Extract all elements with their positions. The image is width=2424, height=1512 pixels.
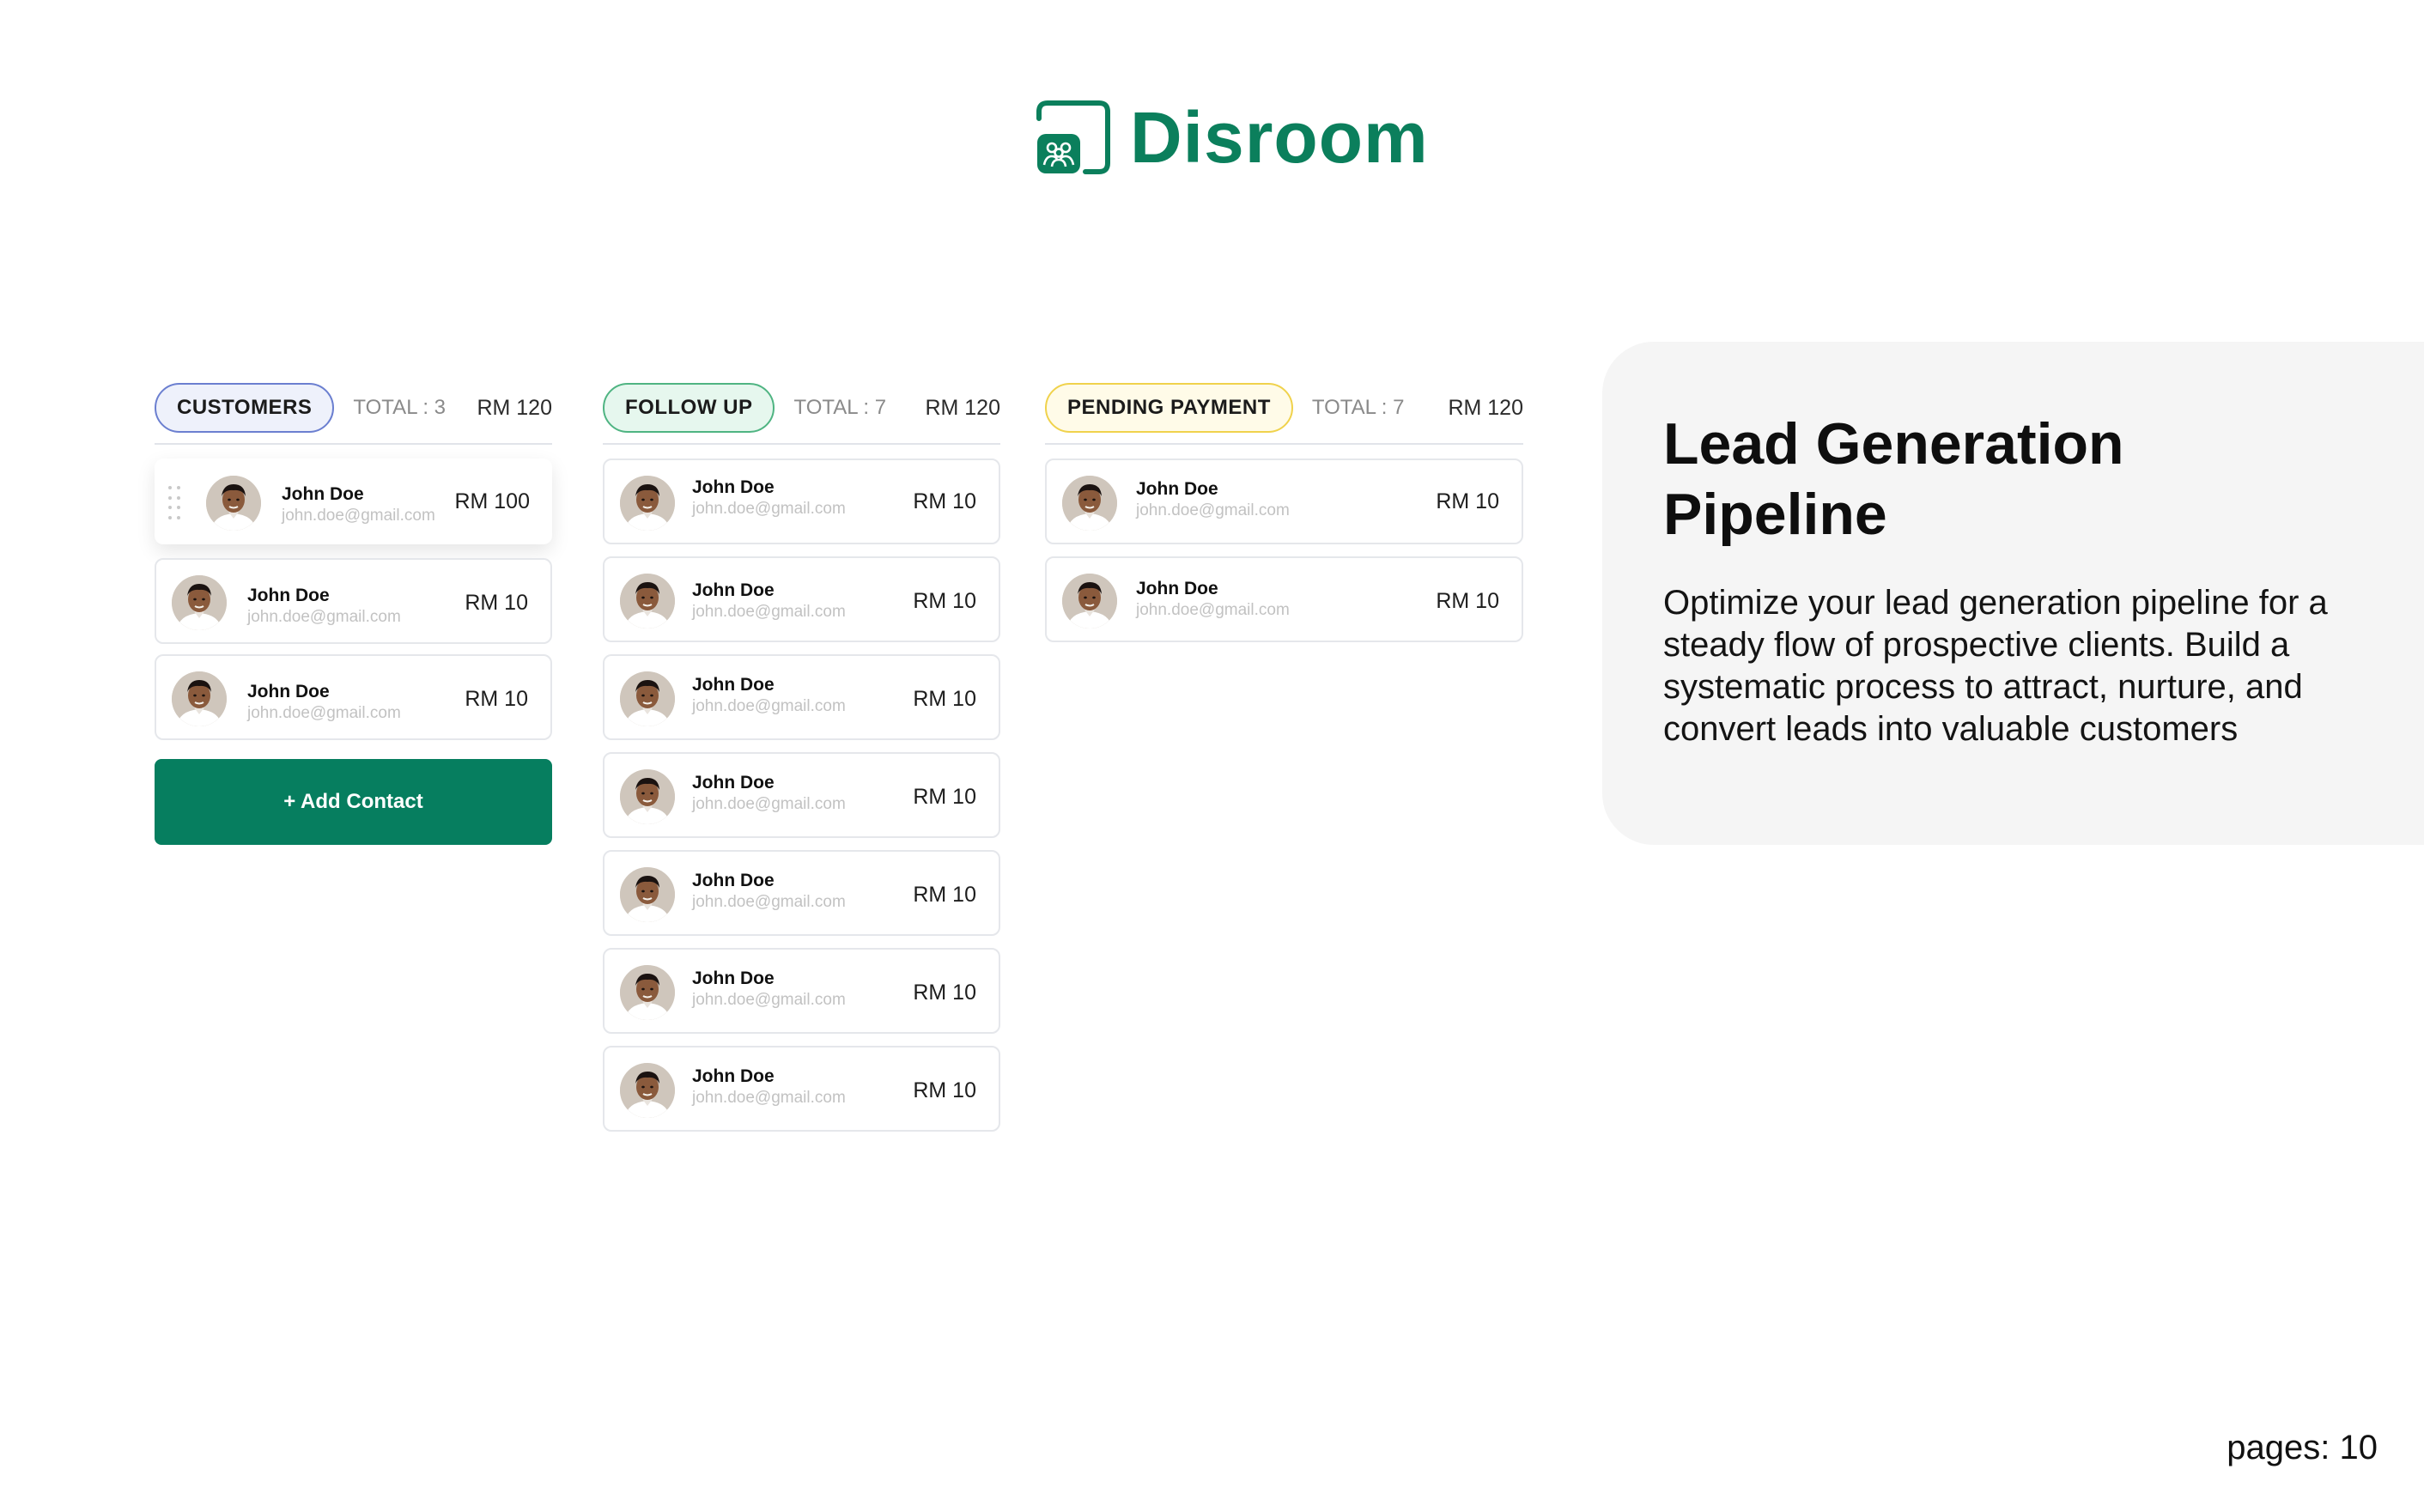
contact-card[interactable]: John Doe john.doe@gmail.com RM 10 bbox=[603, 1046, 1000, 1132]
column-header: FOLLOW UP TOTAL : 7 RM 120 bbox=[603, 383, 1000, 433]
contact-amount: RM 10 bbox=[465, 591, 528, 615]
contact-name: John Doe bbox=[1136, 579, 1218, 598]
contact-name: John Doe bbox=[692, 675, 775, 695]
user-avatar-icon bbox=[172, 575, 227, 630]
add-contact-button[interactable]: + Add Contact bbox=[155, 759, 552, 845]
contact-name: John Doe bbox=[692, 580, 775, 600]
user-avatar-icon bbox=[620, 671, 675, 726]
contact-name: John Doe bbox=[282, 484, 364, 504]
user-avatar-icon bbox=[206, 476, 261, 531]
contact-card[interactable]: John Doe john.doe@gmail.com RM 10 bbox=[603, 948, 1000, 1034]
contact-card[interactable]: John Doe john.doe@gmail.com RM 10 bbox=[1045, 556, 1523, 642]
contact-amount: RM 10 bbox=[1436, 489, 1499, 513]
contact-name: John Doe bbox=[692, 477, 775, 497]
user-avatar-icon bbox=[620, 867, 675, 922]
stage-pill-pending-payment[interactable]: PENDING PAYMENT bbox=[1045, 383, 1293, 433]
contact-name: John Doe bbox=[692, 871, 775, 890]
user-avatar-icon bbox=[620, 769, 675, 824]
user-avatar-icon bbox=[1062, 574, 1117, 628]
contact-card[interactable]: John Doe john.doe@gmail.com RM 10 bbox=[603, 556, 1000, 642]
contact-amount: RM 10 bbox=[1436, 589, 1499, 613]
contact-email: john.doe@gmail.com bbox=[692, 603, 846, 621]
contact-card[interactable]: John Doe john.doe@gmail.com RM 10 bbox=[603, 752, 1000, 838]
contact-email: john.doe@gmail.com bbox=[247, 608, 401, 626]
contact-email: john.doe@gmail.com bbox=[282, 507, 435, 525]
contact-email: john.doe@gmail.com bbox=[692, 991, 846, 1009]
contact-name: John Doe bbox=[692, 773, 775, 792]
contact-email: john.doe@gmail.com bbox=[692, 795, 846, 813]
column-total-amount: RM 120 bbox=[477, 395, 552, 420]
contact-email: john.doe@gmail.com bbox=[247, 704, 401, 722]
user-avatar-icon bbox=[620, 476, 675, 531]
column-divider bbox=[603, 443, 1000, 445]
column-divider bbox=[155, 443, 552, 445]
stage-pill-follow-up[interactable]: FOLLOW UP bbox=[603, 383, 775, 433]
pipeline-column-customers: CUSTOMERS TOTAL : 3 RM 120 John Doe john… bbox=[155, 383, 552, 845]
column-divider bbox=[1045, 443, 1523, 445]
pipeline-column-pending-payment: PENDING PAYMENT TOTAL : 7 RM 120 John Do… bbox=[1045, 383, 1523, 642]
stage-pill-customers[interactable]: CUSTOMERS bbox=[155, 383, 335, 433]
contact-email: john.doe@gmail.com bbox=[692, 1089, 846, 1107]
contact-amount: RM 10 bbox=[913, 981, 976, 1005]
contact-card[interactable]: John Doe john.doe@gmail.com RM 10 bbox=[1045, 458, 1523, 544]
contact-card[interactable]: John Doe john.doe@gmail.com RM 10 bbox=[603, 654, 1000, 740]
contact-email: john.doe@gmail.com bbox=[1136, 601, 1290, 619]
contact-email: john.doe@gmail.com bbox=[692, 500, 846, 518]
contact-amount: RM 10 bbox=[913, 687, 976, 711]
team-room-icon bbox=[1036, 100, 1111, 175]
column-total-amount: RM 120 bbox=[925, 395, 1000, 420]
column-header: PENDING PAYMENT TOTAL : 7 RM 120 bbox=[1045, 383, 1523, 433]
contact-email: john.doe@gmail.com bbox=[1136, 501, 1290, 519]
drag-handle-icon[interactable] bbox=[168, 486, 180, 522]
contact-email: john.doe@gmail.com bbox=[692, 697, 846, 715]
contact-amount: RM 10 bbox=[913, 785, 976, 809]
contact-name: John Doe bbox=[1136, 479, 1218, 499]
column-total-count: TOTAL : 7 bbox=[1311, 396, 1405, 419]
contact-amount: RM 10 bbox=[913, 883, 976, 907]
contact-name: John Doe bbox=[692, 969, 775, 988]
contact-amount: RM 10 bbox=[913, 1078, 976, 1102]
contact-email: john.doe@gmail.com bbox=[692, 893, 846, 911]
brand-logo: Disroom bbox=[1036, 96, 1429, 179]
user-avatar-icon bbox=[620, 574, 675, 628]
contact-card[interactable]: John Doe john.doe@gmail.com RM 10 bbox=[155, 558, 552, 644]
user-avatar-icon bbox=[620, 965, 675, 1020]
contact-card[interactable]: John Doe john.doe@gmail.com RM 100 bbox=[155, 458, 552, 544]
brand-name: Disroom bbox=[1130, 97, 1429, 178]
user-avatar-icon bbox=[620, 1063, 675, 1118]
contact-name: John Doe bbox=[247, 682, 330, 701]
page-count: pages: 10 bbox=[2227, 1429, 2378, 1466]
contact-amount: RM 10 bbox=[913, 589, 976, 613]
contact-amount: RM 10 bbox=[465, 687, 528, 711]
user-avatar-icon bbox=[1062, 476, 1117, 531]
panel-description: Optimize your lead generation pipeline f… bbox=[1663, 584, 2328, 748]
contact-amount: RM 100 bbox=[454, 489, 530, 513]
user-avatar-icon bbox=[172, 671, 227, 726]
panel-title: Lead Generation Pipeline bbox=[1663, 411, 2124, 547]
column-total-amount: RM 120 bbox=[1448, 395, 1523, 420]
column-header: CUSTOMERS TOTAL : 3 RM 120 bbox=[155, 383, 552, 433]
pipeline-column-follow-up: FOLLOW UP TOTAL : 7 RM 120 John Doe john… bbox=[603, 383, 1000, 1132]
contact-card[interactable]: John Doe john.doe@gmail.com RM 10 bbox=[155, 654, 552, 740]
contact-name: John Doe bbox=[247, 586, 330, 605]
contact-name: John Doe bbox=[692, 1066, 775, 1086]
contact-card[interactable]: John Doe john.doe@gmail.com RM 10 bbox=[603, 458, 1000, 544]
info-panel: Lead Generation Pipeline Optimize your l… bbox=[1602, 342, 2424, 845]
contact-amount: RM 10 bbox=[913, 489, 976, 513]
column-total-count: TOTAL : 3 bbox=[353, 396, 446, 419]
column-total-count: TOTAL : 7 bbox=[793, 396, 887, 419]
contact-card[interactable]: John Doe john.doe@gmail.com RM 10 bbox=[603, 850, 1000, 936]
